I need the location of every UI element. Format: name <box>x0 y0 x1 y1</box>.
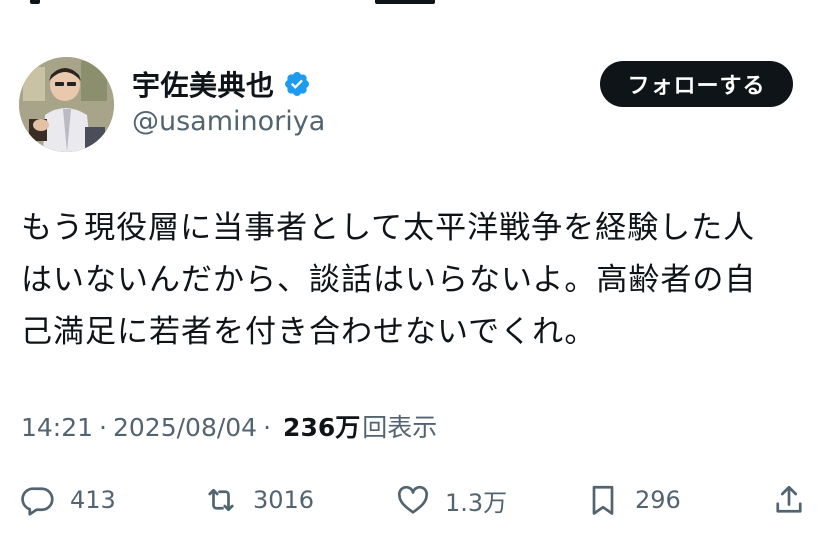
share-button[interactable] <box>771 476 807 524</box>
tweet-text-line: はいないんだから、談話はいらないよ。高齢者の自 <box>21 262 757 298</box>
verified-badge-icon <box>283 70 311 98</box>
cropped-glyph <box>375 0 435 4</box>
avatar[interactable] <box>19 57 114 152</box>
repost-button[interactable]: 3016 <box>203 476 314 524</box>
bookmark-icon <box>592 485 614 515</box>
avatar-photo <box>19 57 114 152</box>
tweet-date[interactable]: 2025/08/04 <box>113 413 257 442</box>
speech-bubble-icon <box>21 487 54 516</box>
view-count-label: 回表示 <box>362 413 438 442</box>
tweet-text: もう現役層に当事者として太平洋戦争を経験した人 はいないんだから、談話はいらない… <box>21 202 811 358</box>
tweet-text-line: 己満足に若者を付き合わせないでくれ。 <box>21 314 597 350</box>
tweet-action-bar: 413 3016 1.3万 296 <box>0 476 828 524</box>
like-count: 1.3万 <box>445 488 508 517</box>
bookmark-button[interactable]: 296 <box>585 476 681 524</box>
like-button[interactable]: 1.3万 <box>395 476 507 524</box>
share-upload-icon <box>776 485 802 513</box>
tweet-text-line: もう現役層に当事者として太平洋戦争を経験した人 <box>21 210 756 246</box>
bookmark-count: 296 <box>635 486 681 514</box>
view-count: 236万 <box>283 413 361 442</box>
author-handle[interactable]: @usaminoriya <box>132 106 325 137</box>
cropped-previous-content <box>0 0 828 8</box>
follow-button[interactable]: フォローする <box>600 61 793 107</box>
tweet-detail: 宇佐美典也 @usaminoriya フォローする もう現役層に当事者として太平… <box>0 0 828 539</box>
reply-button[interactable]: 413 <box>20 476 116 524</box>
author-name-row[interactable]: 宇佐美典也 <box>132 64 311 104</box>
tweet-meta: 14:21 · 2025/08/04 · 236万 回表示 <box>21 408 437 444</box>
repost-count: 3016 <box>253 486 315 514</box>
reply-count: 413 <box>70 486 116 514</box>
repost-arrows-icon <box>208 488 234 512</box>
tweet-time[interactable]: 14:21 <box>21 413 93 442</box>
heart-icon <box>397 485 429 514</box>
meta-separator: · <box>99 413 107 442</box>
author-display-name[interactable]: 宇佐美典也 <box>132 64 275 104</box>
meta-separator: · <box>263 413 272 442</box>
cropped-glyph <box>30 0 40 4</box>
